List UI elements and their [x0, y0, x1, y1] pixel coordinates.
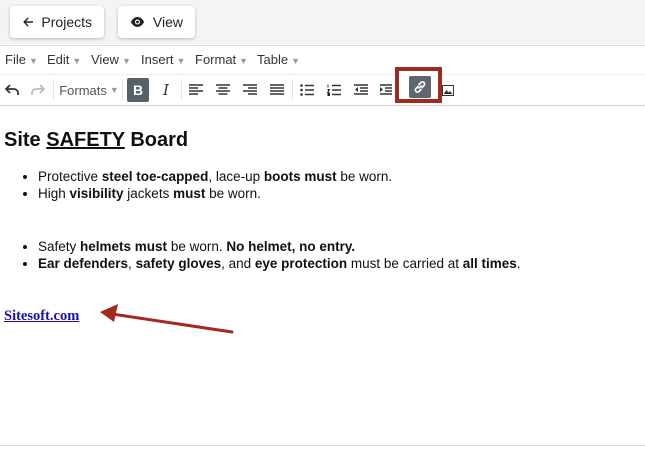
align-center-button[interactable]: [214, 78, 232, 102]
formats-label: Formats: [59, 82, 107, 98]
formats-dropdown[interactable]: Formats ▼: [59, 78, 119, 102]
document-title: Site SAFETY Board: [4, 129, 188, 152]
bullet-list: Safety helmets must be worn. No helmet, …: [0, 238, 521, 272]
align-left-icon: [189, 84, 203, 95]
align-right-icon: [243, 84, 257, 95]
chevron-down-icon: ▼: [28, 56, 38, 66]
image-icon: [442, 84, 454, 96]
outdent-icon: [354, 84, 368, 95]
menu-file[interactable]: File ▼: [5, 52, 38, 67]
menu-insert[interactable]: Insert ▼: [141, 52, 185, 67]
align-center-icon: [216, 84, 230, 95]
toolbar-divider: [122, 79, 123, 101]
chevron-down-icon: ▼: [121, 56, 131, 66]
undo-button[interactable]: [3, 78, 21, 102]
menu-view[interactable]: View ▼: [91, 52, 131, 67]
sitesoft-link[interactable]: Sitesoft.com: [4, 308, 79, 325]
outdent-button[interactable]: [352, 78, 370, 102]
link-button-highlight: [395, 67, 442, 103]
bold-button[interactable]: B: [127, 78, 149, 102]
align-justify-button[interactable]: [268, 78, 286, 102]
editor-bottom-border: [0, 445, 645, 446]
align-right-button[interactable]: [241, 78, 259, 102]
chevron-down-icon: ▼: [109, 85, 119, 95]
indent-icon: [380, 84, 392, 95]
projects-back-button[interactable]: Projects: [10, 6, 104, 38]
list-item: Safety helmets must be worn. No helmet, …: [38, 238, 521, 255]
indent-button[interactable]: [379, 78, 393, 102]
list-item: High visibility jackets must be worn.: [38, 185, 392, 202]
projects-button-label: Projects: [41, 14, 92, 30]
bullet-list: Protective steel toe-capped, lace-up boo…: [0, 168, 392, 202]
arrow-left-icon: [23, 17, 34, 27]
menu-table-label: Table: [257, 52, 289, 67]
eye-icon: [130, 17, 145, 27]
top-bar: Projects View: [0, 0, 645, 44]
title-prefix: Site: [4, 129, 47, 151]
menu-view-label: View: [91, 52, 119, 67]
title-underlined-word: SAFETY: [46, 129, 125, 151]
list-item: Ear defenders, safety gloves, and eye pr…: [38, 255, 521, 272]
toolbar-divider: [181, 79, 182, 101]
align-justify-icon: [270, 84, 284, 95]
menu-format-label: Format: [195, 52, 237, 67]
menu-edit[interactable]: Edit ▼: [47, 52, 81, 67]
chevron-down-icon: ▼: [72, 56, 82, 66]
toolbar-divider: [53, 79, 54, 101]
list-item: Protective steel toe-capped, lace-up boo…: [38, 168, 392, 185]
redo-button[interactable]: [29, 78, 47, 102]
italic-button[interactable]: I: [155, 78, 177, 102]
editor-content[interactable]: Site SAFETY Board Protective steel toe-c…: [0, 105, 645, 445]
link-icon: [414, 81, 426, 93]
menu-insert-label: Insert: [141, 52, 174, 67]
chevron-down-icon: ▼: [239, 56, 249, 66]
redo-icon: [31, 84, 45, 95]
view-button[interactable]: View: [118, 6, 195, 38]
align-left-button[interactable]: [187, 78, 205, 102]
bold-label: B: [132, 82, 144, 98]
bullet-list-icon: [300, 84, 314, 96]
chevron-down-icon: ▼: [291, 56, 300, 66]
menu-file-label: File: [5, 52, 26, 67]
chevron-down-icon: ▼: [176, 56, 186, 66]
undo-icon: [5, 84, 19, 95]
title-suffix: Board: [124, 129, 189, 151]
toolbar-divider: [292, 79, 293, 101]
editor-toolbar: Formats ▼ B I: [0, 74, 645, 106]
numbered-list-button[interactable]: [325, 78, 343, 102]
insert-link-button[interactable]: [409, 76, 431, 98]
image-button[interactable]: [441, 78, 455, 102]
view-button-label: View: [152, 14, 183, 30]
numbered-list-icon: [327, 84, 341, 96]
menu-table[interactable]: Table ▼: [257, 52, 300, 67]
menu-format[interactable]: Format ▼: [195, 52, 248, 67]
italic-label: I: [163, 81, 169, 99]
menu-bar: File ▼ Edit ▼ View ▼ Insert ▼ Format ▼ Table ▼: [0, 45, 645, 74]
bullet-list-button[interactable]: [298, 78, 316, 102]
menu-edit-label: Edit: [47, 52, 70, 67]
